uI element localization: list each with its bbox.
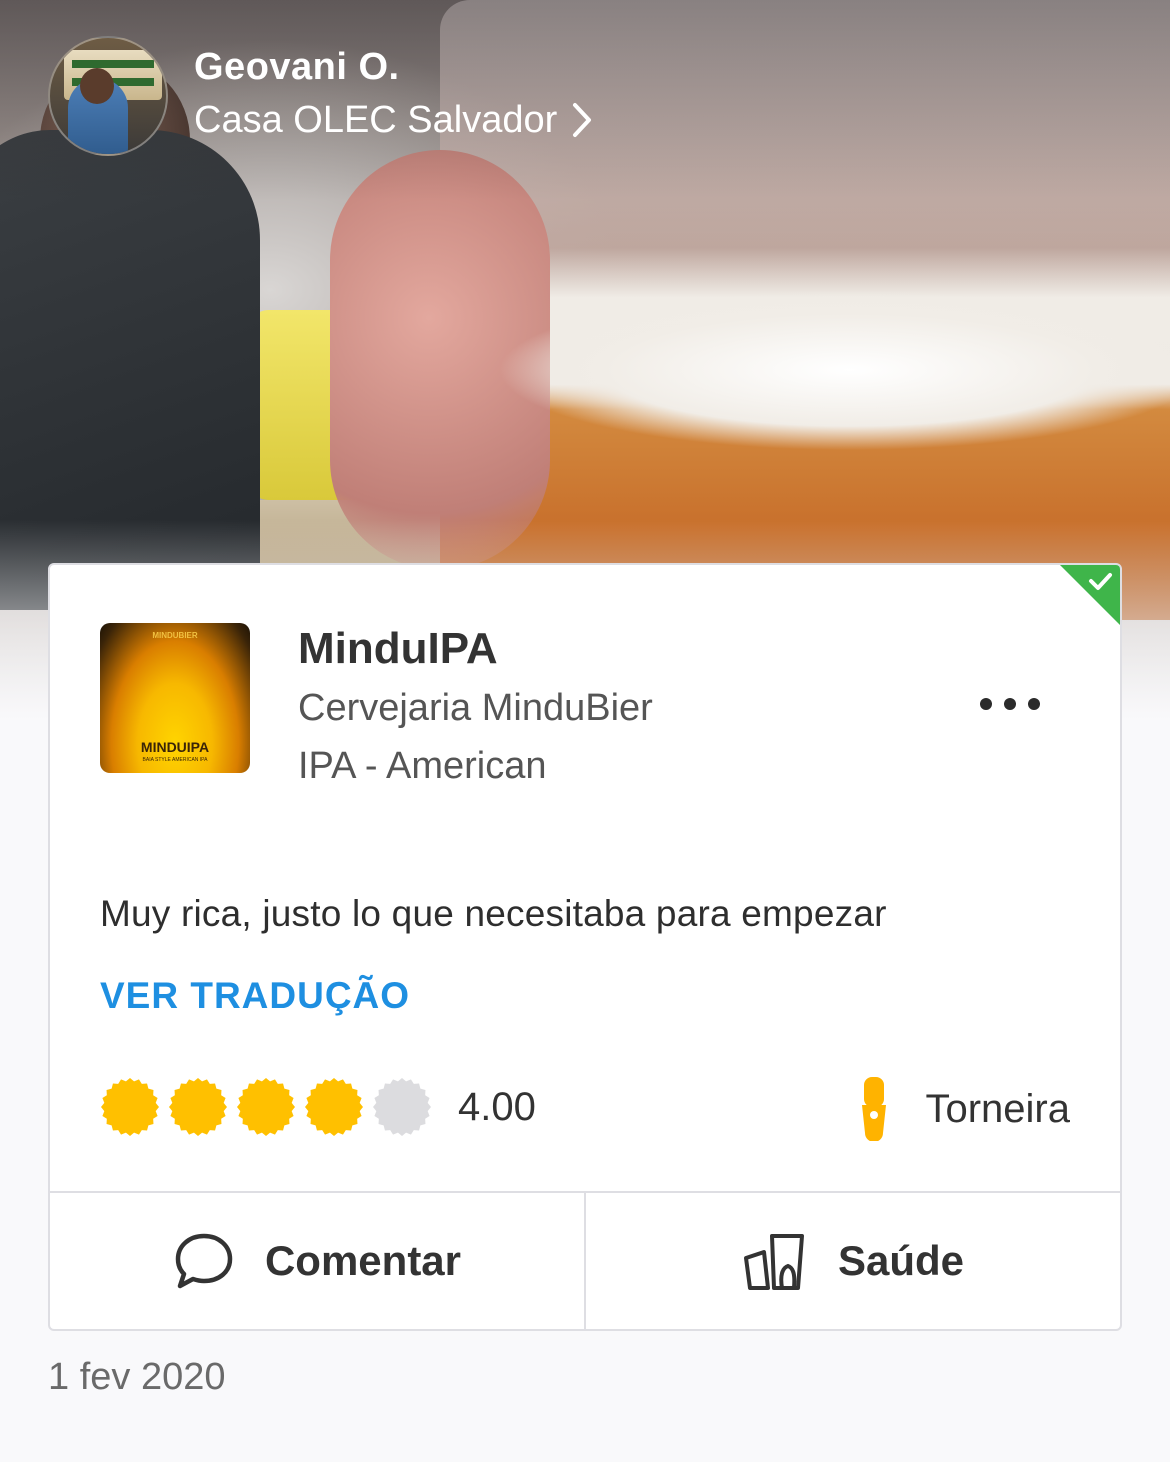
checkin-comment: Muy rica, justo lo que necesitaba para e… (100, 893, 887, 934)
label-beer-name: MINDUIPA (140, 739, 210, 755)
rating: 4.00 (100, 1077, 536, 1137)
bottle-cap-icon (169, 1078, 227, 1136)
comment-label: Comentar (264, 1237, 462, 1284)
rating-value: 4.00 (458, 1084, 536, 1129)
action-bar: Comentar Saúde (50, 1191, 1120, 1329)
rating-caps (100, 1077, 440, 1137)
serving-style-label: Torneira (925, 1086, 1070, 1131)
beer-label-image[interactable]: MINDUBIER MINDUIPA BAIA STYLE AMERICAN I… (100, 623, 250, 773)
bottle-cap-icon (101, 1078, 159, 1136)
checkin-card: MINDUBIER MINDUIPA BAIA STYLE AMERICAN I… (48, 563, 1122, 1331)
toast-button[interactable]: Saúde (584, 1193, 1120, 1329)
more-options-button[interactable] (980, 689, 1040, 719)
checkin-header: Geovani O. Casa OLEC Salvador (48, 36, 593, 156)
brewery-name[interactable]: Cervejaria MinduBier (298, 679, 653, 737)
beer-style: IPA - American (298, 745, 547, 787)
verified-check-icon (1060, 565, 1120, 625)
toast-label: Saúde (837, 1237, 965, 1284)
bottle-cap-icon (237, 1078, 295, 1136)
venue-name: Casa OLEC Salvador (194, 99, 558, 141)
speech-bubble-icon (175, 1233, 233, 1289)
comment-button[interactable]: Comentar (50, 1193, 584, 1329)
avatar[interactable] (48, 36, 168, 156)
tap-handle-icon (862, 1077, 887, 1141)
beer-name[interactable]: MinduIPA (298, 619, 653, 679)
cheers-glasses-icon (743, 1234, 804, 1290)
label-subtitle: BAIA STYLE AMERICAN IPA (142, 757, 208, 763)
beer-info: MinduIPA Cervejaria MinduBier IPA - Amer… (298, 619, 653, 795)
more-dots-icon (980, 698, 992, 710)
chevron-right-icon (573, 103, 592, 137)
serving-style: Torneira (859, 1077, 1070, 1141)
translate-link[interactable]: VER TRADUÇÃO (100, 975, 410, 1017)
venue-link[interactable]: Casa OLEC Salvador (194, 91, 593, 149)
bottle-cap-icon (373, 1078, 431, 1136)
bottle-cap-icon (305, 1078, 363, 1136)
label-brand: MINDUBIER (152, 631, 198, 640)
user-name[interactable]: Geovani O. (194, 43, 593, 91)
checkin-date: 1 fev 2020 (48, 1356, 226, 1398)
